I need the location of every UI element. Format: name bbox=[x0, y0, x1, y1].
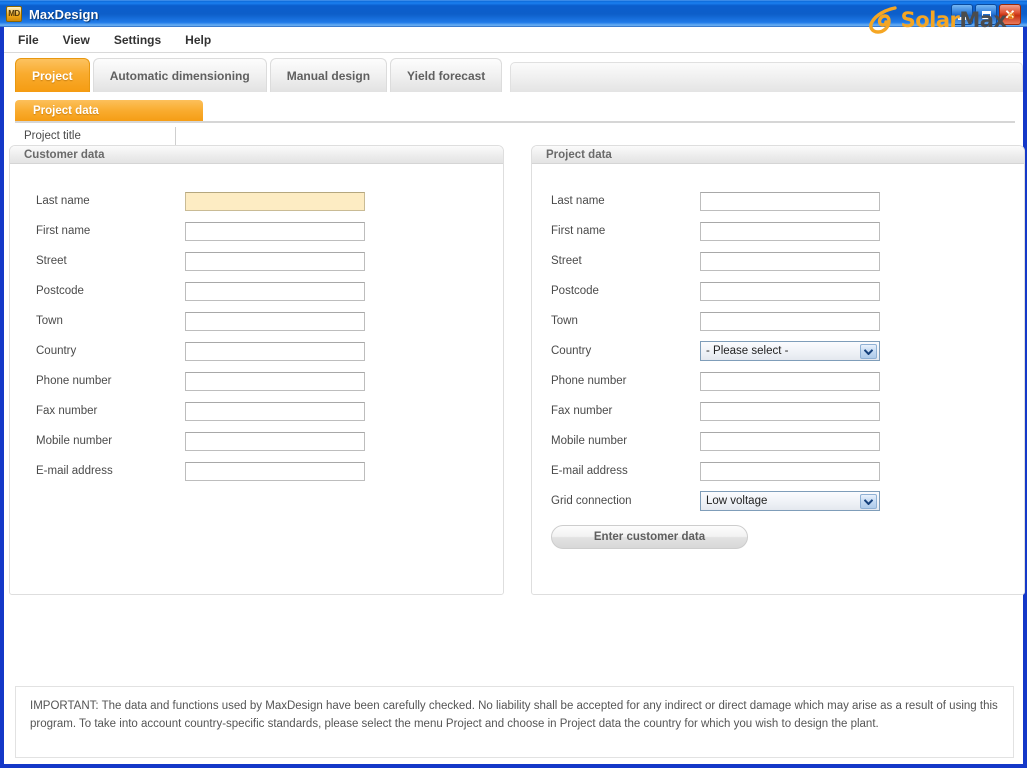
label-first-name: First name bbox=[36, 225, 91, 237]
field-row-email-address: E-mail address bbox=[10, 456, 503, 486]
field-row-project-street: Street bbox=[532, 246, 1024, 276]
label-project-fax-number: Fax number bbox=[551, 405, 613, 417]
input-project-phone-number[interactable] bbox=[700, 371, 880, 391]
input-customer-first-name[interactable] bbox=[185, 221, 365, 241]
field-row-grid-connection: Grid connection Low voltage bbox=[532, 486, 1024, 516]
input-customer-postcode[interactable] bbox=[185, 281, 365, 301]
project-data-panel: Project data Last name First name Street… bbox=[531, 145, 1025, 595]
select-project-country[interactable]: - Please select - bbox=[700, 341, 880, 361]
input-customer-country[interactable] bbox=[185, 341, 365, 361]
input-customer-last-name[interactable] bbox=[185, 191, 365, 211]
field-row-country: Country bbox=[10, 336, 503, 366]
field-row-project-last-name: Last name bbox=[532, 186, 1024, 216]
field-row-postcode: Postcode bbox=[10, 276, 503, 306]
field-row-first-name: First name bbox=[10, 216, 503, 246]
field-row-project-postcode: Postcode bbox=[532, 276, 1024, 306]
label-project-postcode: Postcode bbox=[551, 285, 599, 297]
label-town: Town bbox=[36, 315, 63, 327]
select-grid-connection-value: Low voltage bbox=[706, 495, 768, 507]
input-project-postcode[interactable] bbox=[700, 281, 880, 301]
field-row-project-country: Country - Please select - bbox=[532, 336, 1024, 366]
field-row-project-phone-number: Phone number bbox=[532, 366, 1024, 396]
customer-data-fields: Last name First name Street Postcode Tow… bbox=[10, 164, 503, 486]
project-title-input[interactable] bbox=[175, 126, 505, 145]
menu-item-settings[interactable]: Settings bbox=[104, 30, 171, 50]
label-email-address: E-mail address bbox=[36, 465, 113, 477]
chevron-down-icon[interactable] bbox=[860, 344, 877, 359]
select-grid-connection[interactable]: Low voltage bbox=[700, 491, 880, 511]
label-project-country: Country bbox=[551, 345, 592, 357]
tab-bar-filler bbox=[510, 62, 1023, 92]
logo-max-text: Max bbox=[959, 8, 1007, 32]
label-project-last-name: Last name bbox=[551, 195, 605, 207]
field-row-last-name: Last name bbox=[10, 186, 503, 216]
field-row-project-email-address: E-mail address bbox=[532, 456, 1024, 486]
field-row-mobile-number: Mobile number bbox=[10, 426, 503, 456]
label-project-phone-number: Phone number bbox=[551, 375, 627, 387]
solarmax-swoosh-icon bbox=[868, 6, 897, 34]
label-project-street: Street bbox=[551, 255, 582, 267]
input-project-mobile-number[interactable] bbox=[700, 431, 880, 451]
project-data-fields: Last name First name Street Postcode Tow… bbox=[532, 164, 1024, 549]
customer-data-panel: Customer data Last name First name Stree… bbox=[9, 145, 504, 595]
field-row-phone-number: Phone number bbox=[10, 366, 503, 396]
field-row-project-first-name: First name bbox=[532, 216, 1024, 246]
input-customer-street[interactable] bbox=[185, 251, 365, 271]
project-title-row: Project title bbox=[15, 126, 505, 145]
label-grid-connection: Grid connection bbox=[551, 495, 632, 507]
field-row-street: Street bbox=[10, 246, 503, 276]
input-project-email-address[interactable] bbox=[700, 461, 880, 481]
customer-data-panel-header: Customer data bbox=[10, 146, 503, 164]
select-project-country-value: - Please select - bbox=[706, 345, 789, 357]
field-row-project-mobile-number: Mobile number bbox=[532, 426, 1024, 456]
menu-item-file[interactable]: File bbox=[8, 30, 49, 50]
input-customer-mobile-number[interactable] bbox=[185, 431, 365, 451]
input-customer-phone-number[interactable] bbox=[185, 371, 365, 391]
input-project-fax-number[interactable] bbox=[700, 401, 880, 421]
label-postcode: Postcode bbox=[36, 285, 84, 297]
important-notice: IMPORTANT: The data and functions used b… bbox=[15, 686, 1014, 758]
label-project-email-address: E-mail address bbox=[551, 465, 628, 477]
label-last-name: Last name bbox=[36, 195, 90, 207]
label-street: Street bbox=[36, 255, 67, 267]
input-customer-email-address[interactable] bbox=[185, 461, 365, 481]
project-title-label: Project title bbox=[24, 129, 81, 142]
tab-manual-design[interactable]: Manual design bbox=[269, 58, 388, 92]
input-project-first-name[interactable] bbox=[700, 221, 880, 241]
tab-automatic-dimensioning[interactable]: Automatic dimensioning bbox=[92, 58, 267, 92]
menu-item-help[interactable]: Help bbox=[175, 30, 221, 50]
project-data-panel-header: Project data bbox=[532, 146, 1024, 164]
tab-yield-forecast[interactable]: Yield forecast bbox=[390, 58, 503, 92]
label-mobile-number: Mobile number bbox=[36, 435, 113, 447]
label-project-first-name: First name bbox=[551, 225, 606, 237]
input-customer-town[interactable] bbox=[185, 311, 365, 331]
label-project-town: Town bbox=[551, 315, 578, 327]
input-project-street[interactable] bbox=[700, 251, 880, 271]
field-row-project-fax-number: Fax number bbox=[532, 396, 1024, 426]
field-row-project-town: Town bbox=[532, 306, 1024, 336]
solarmax-logo: SolarMax® bbox=[868, 4, 1015, 36]
maxdesign-app-icon: MD bbox=[6, 6, 22, 22]
logo-trademark: ® bbox=[1006, 12, 1016, 22]
input-project-last-name[interactable] bbox=[700, 191, 880, 211]
main-tab-bar: Project Automatic dimensioning Manual de… bbox=[4, 54, 1023, 92]
logo-solar-text: Solar bbox=[900, 8, 960, 32]
input-project-town[interactable] bbox=[700, 311, 880, 331]
label-fax-number: Fax number bbox=[36, 405, 98, 417]
chevron-down-icon[interactable] bbox=[860, 494, 877, 509]
subtab-underline bbox=[15, 121, 1015, 123]
subtab-project-data[interactable]: Project data bbox=[15, 100, 203, 122]
window-title: MaxDesign bbox=[29, 6, 99, 22]
field-row-fax-number: Fax number bbox=[10, 396, 503, 426]
label-project-mobile-number: Mobile number bbox=[551, 435, 628, 447]
field-row-town: Town bbox=[10, 306, 503, 336]
solarmax-wordmark: SolarMax® bbox=[900, 8, 1016, 32]
input-customer-fax-number[interactable] bbox=[185, 401, 365, 421]
label-country: Country bbox=[36, 345, 77, 357]
label-phone-number: Phone number bbox=[36, 375, 112, 387]
tab-project[interactable]: Project bbox=[15, 58, 90, 92]
application-window: MD MaxDesign ✕ File View Settings Help P… bbox=[0, 0, 1027, 768]
menu-item-view[interactable]: View bbox=[53, 30, 100, 50]
enter-customer-data-button[interactable]: Enter customer data bbox=[551, 525, 748, 549]
